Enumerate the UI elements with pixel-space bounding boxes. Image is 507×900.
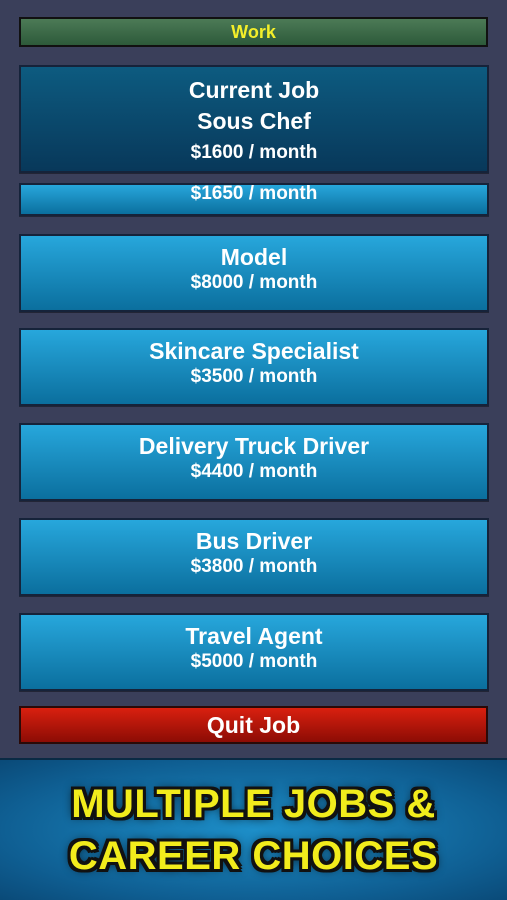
job-title: Model (220, 244, 288, 270)
job-option-bus-driver[interactable]: Bus Driver $3800 / month (19, 518, 489, 596)
job-option-model[interactable]: Model $8000 / month (19, 234, 489, 312)
current-job-card: Current Job Sous Chef $1600 / month (19, 65, 489, 173)
job-title: Delivery Truck Driver (138, 433, 370, 459)
work-header: Work (19, 17, 488, 47)
quit-job-button[interactable]: Quit Job (19, 706, 488, 744)
current-job-heading: Current Job (188, 77, 320, 103)
job-option-skincare-specialist[interactable]: Skincare Specialist $3500 / month (19, 328, 489, 406)
current-job-title: Sous Chef (197, 108, 311, 134)
current-job-salary: $1600 / month (190, 142, 318, 163)
job-salary: $3500 / month (190, 366, 318, 387)
work-screen: Work Current Job Sous Chef $1600 / month… (0, 0, 507, 900)
job-salary: $4400 / month (190, 461, 318, 482)
banner-line-1: MULTIPLE JOBS & (71, 782, 436, 826)
job-title: Bus Driver (195, 528, 313, 554)
header-title: Work (231, 21, 276, 42)
job-option-delivery-truck-driver[interactable]: Delivery Truck Driver $4400 / month (19, 423, 489, 501)
promo-banner: MULTIPLE JOBS & CAREER CHOICES (0, 758, 507, 900)
job-salary: $8000 / month (190, 272, 318, 293)
quit-job-label: Quit Job (206, 711, 301, 738)
job-option-travel-agent[interactable]: Travel Agent $5000 / month (19, 613, 489, 691)
job-salary: $3800 / month (190, 556, 318, 577)
job-option-partial[interactable]: $1650 / month (19, 183, 489, 216)
job-title: Skincare Specialist (149, 338, 359, 364)
banner-line-2: CAREER CHOICES (68, 834, 439, 878)
job-title: Travel Agent (185, 623, 323, 649)
job-salary: $5000 / month (190, 651, 318, 672)
job-salary: $1650 / month (190, 183, 318, 204)
